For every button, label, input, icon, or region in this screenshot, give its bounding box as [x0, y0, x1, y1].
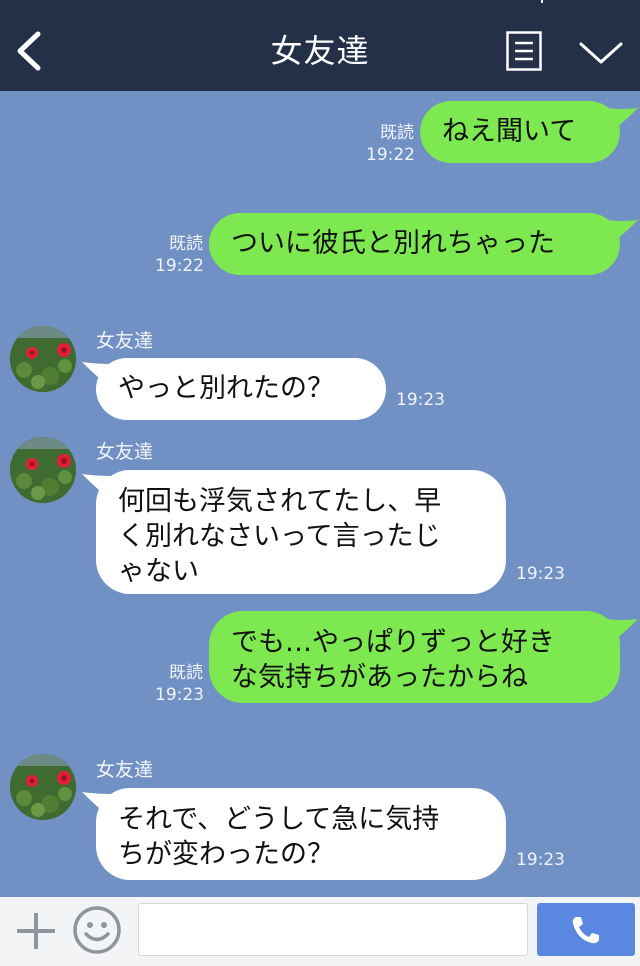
- sender-name: 女友達: [96, 759, 154, 781]
- sender-name: 女友達: [96, 441, 154, 463]
- message-text-line: 何回も浮気されてたし、早: [118, 486, 442, 517]
- message-meta: 既読 19:22: [155, 233, 204, 277]
- phone-icon: [572, 917, 599, 944]
- message-meta: 既読 19:22: [366, 122, 415, 166]
- message-time: 19:23: [155, 685, 204, 705]
- read-receipt: 既読: [169, 234, 203, 254]
- message-time: 19:23: [516, 850, 565, 870]
- sender-name: 女友達: [96, 330, 154, 352]
- message-text-line: でも…やっぱりずっと好き: [231, 627, 555, 658]
- bubble-tail: [606, 108, 638, 130]
- message-input[interactable]: [138, 903, 528, 956]
- avatar[interactable]: [10, 326, 76, 392]
- message-time: 19:23: [396, 390, 445, 410]
- chevron-down-icon: [579, 42, 623, 64]
- message-text-line: それで、どうして急に気持: [118, 804, 440, 835]
- message-meta: 既読 19:23: [155, 662, 204, 706]
- rose-avatar-icon: [10, 437, 76, 503]
- message-text-line: ゃない: [118, 556, 199, 587]
- message-bubble[interactable]: やっと別れたの？: [96, 358, 386, 420]
- message-time: 19:23: [516, 564, 565, 584]
- avatar[interactable]: [10, 754, 76, 820]
- chat-title: 女友達: [270, 32, 370, 70]
- message-bubble[interactable]: 何回も浮気されてたし、早 く別れなさいって言ったじ ゃない: [96, 470, 506, 594]
- message-text: ついに彼氏と別れちゃった: [231, 228, 555, 259]
- sticker-button[interactable]: [72, 905, 122, 955]
- message-text-line: く別れなさいって言ったじ: [118, 521, 441, 552]
- avatar[interactable]: [10, 437, 76, 503]
- smiley-icon: [73, 906, 121, 954]
- message-time: 19:22: [366, 145, 415, 165]
- read-receipt: 既読: [169, 663, 203, 683]
- more-options-button[interactable]: [578, 40, 624, 66]
- add-attachment-button[interactable]: [14, 910, 58, 952]
- message-bubble[interactable]: それで、どうして急に気持 ちが変わったの？: [96, 788, 506, 880]
- rose-avatar-icon: [10, 754, 76, 820]
- bubble-tail: [606, 220, 638, 242]
- status-bar-fragment: [541, 0, 543, 3]
- message-text: やっと別れたの？: [118, 373, 334, 404]
- rose-avatar-icon: [10, 326, 76, 392]
- bubble-tail: [606, 619, 638, 641]
- message-text-line: ちが変わったの？: [118, 839, 334, 870]
- message-bubble[interactable]: でも…やっぱりずっと好き な気持ちがあったからね: [209, 611, 620, 703]
- chat-header: 女友達: [0, 0, 640, 91]
- message-bubble[interactable]: ついに彼氏と別れちゃった: [209, 213, 620, 275]
- call-button[interactable]: [537, 903, 635, 956]
- message-text-line: な気持ちがあったからね: [231, 662, 528, 693]
- message-bubble[interactable]: ねえ聞いて: [420, 101, 620, 163]
- list-menu-icon: [506, 31, 542, 71]
- menu-button[interactable]: [506, 31, 542, 71]
- message-text: ねえ聞いて: [442, 116, 577, 147]
- plus-icon: [17, 913, 55, 949]
- message-time: 19:22: [155, 256, 204, 276]
- read-receipt: 既読: [380, 123, 414, 143]
